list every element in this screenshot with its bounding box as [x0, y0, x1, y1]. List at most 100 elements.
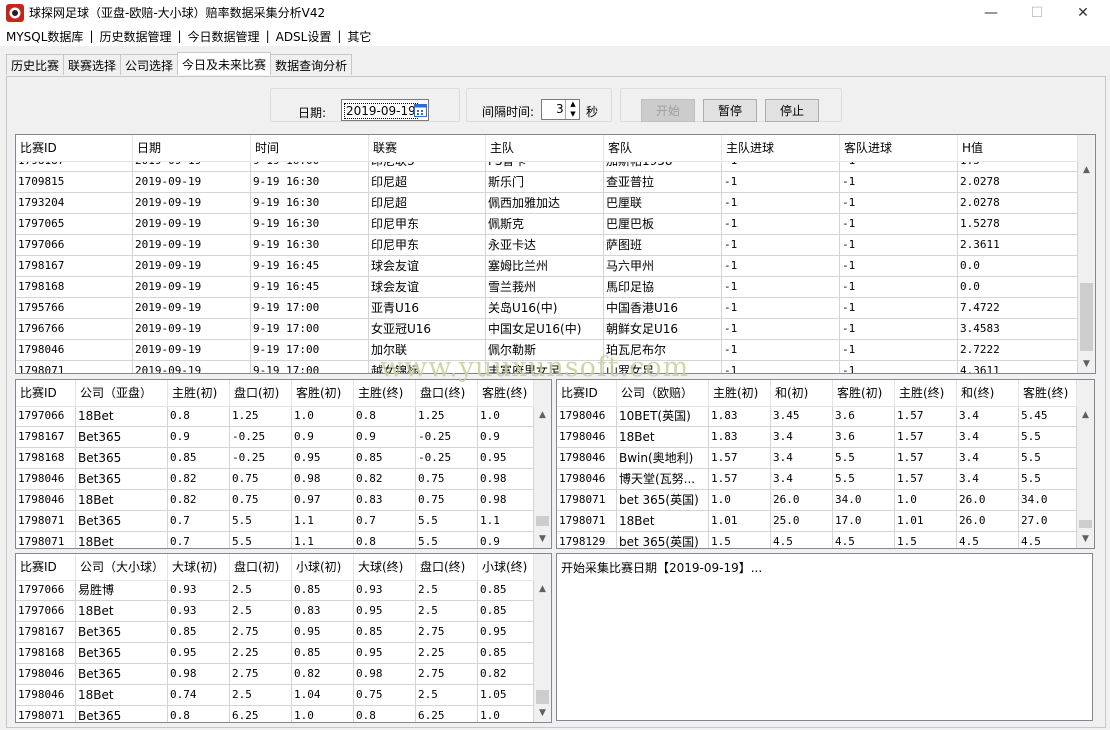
ou-row[interactable]: 1798046 18Bet 0.74 2.5 1.04 0.75 2.5 1.05	[16, 685, 534, 706]
ou-column-header[interactable]: 小球(初)	[292, 554, 354, 580]
scroll-down-icon[interactable]: ▼	[534, 704, 551, 721]
ou-column-header[interactable]: 盘口(终)	[416, 554, 478, 580]
pause-button[interactable]: 暂停	[703, 99, 757, 122]
menu-mysql[interactable]: MYSQL数据库	[0, 28, 89, 45]
scroll-up-icon[interactable]: ▲	[534, 406, 551, 423]
spin-up-icon[interactable]: ▲	[565, 100, 580, 109]
euro-row[interactable]: 1798046 博天堂(瓦努... 1.57 3.4 5.5 1.57 3.4 5.5	[557, 469, 1077, 490]
matches-row[interactable]: 1798168 2019-09-19 9-19 16:45 球会友谊 雪兰莪州 馬印足協 -…	[16, 277, 1078, 298]
matches-row[interactable]: 1796766 2019-09-19 9-19 17:00 女亚冠U16 中国女足U16…	[16, 319, 1078, 340]
euro-row[interactable]: 1798046 18Bet 1.83 3.4 3.6 1.57 3.4 5.5	[557, 427, 1077, 448]
matches-column-header[interactable]: 联赛	[369, 135, 486, 161]
tab-history-matches[interactable]: 历史比赛	[6, 54, 65, 75]
euro-column-header[interactable]: 主胜(初)	[709, 380, 771, 406]
start-button[interactable]: 开始	[641, 99, 695, 122]
scroll-down-icon[interactable]: ▼	[534, 530, 551, 547]
matches-column-header[interactable]: 主队	[486, 135, 604, 161]
asian-column-header[interactable]: 公司（亚盘）	[76, 380, 168, 406]
scroll-thumb[interactable]	[1080, 283, 1093, 351]
asian-row[interactable]: 1798071 18Bet 0.7 5.5 1.1 0.8 5.5 0.9	[16, 532, 534, 548]
euro-row[interactable]: 1798046 Bwin(奥地利) 1.57 3.4 5.5 1.57 3.4 5.5	[557, 448, 1077, 469]
asian-column-header[interactable]: 主胜(初)	[168, 380, 230, 406]
menu-today-data[interactable]: 今日数据管理	[182, 28, 266, 45]
euro-row[interactable]: 1798129 bet 365(英国) 1.5 4.5 4.5 1.5 4.5 4.5	[557, 532, 1077, 548]
stop-button[interactable]: 停止	[765, 99, 819, 122]
calendar-icon[interactable]	[414, 103, 427, 117]
ou-row[interactable]: 1797066 易胜博 0.93 2.5 0.85 0.93 2.5 0.85	[16, 580, 534, 601]
matches-column-header[interactable]: H值	[958, 135, 1078, 161]
matches-column-header[interactable]: 比赛ID	[16, 135, 133, 161]
scroll-down-icon[interactable]: ▼	[1078, 355, 1095, 372]
ou-scrollbar[interactable]: ▲ ▼	[534, 554, 551, 722]
matches-column-header[interactable]: 主队进球	[722, 135, 840, 161]
asian-row[interactable]: 1798168 Bet365 0.85 -0.25 0.95 0.85 -0.25 0.95	[16, 448, 534, 469]
ou-row[interactable]: 1797066 18Bet 0.93 2.5 0.83 0.95 2.5 0.85	[16, 601, 534, 622]
euro-scrollbar[interactable]: ▲ ▼	[1077, 380, 1094, 548]
maximize-button[interactable]: ☐	[1014, 0, 1060, 26]
asian-row[interactable]: 1797066 18Bet 0.8 1.25 1.0 0.8 1.25 1.0	[16, 406, 534, 427]
asian-column-header[interactable]: 比赛ID	[16, 380, 76, 406]
euro-column-header[interactable]: 客胜(终)	[1019, 380, 1077, 406]
ou-column-header[interactable]: 大球(初)	[168, 554, 230, 580]
asian-column-header[interactable]: 客胜(初)	[292, 380, 354, 406]
spin-down-icon[interactable]: ▼	[565, 109, 580, 119]
ou-row[interactable]: 1798071 Bet365 0.8 6.25 1.0 0.8 6.25 1.0	[16, 706, 534, 722]
matches-row[interactable]: 1793204 2019-09-19 9-19 16:30 印尼超 佩西加雅加达 巴厘联 -…	[16, 193, 1078, 214]
close-button[interactable]: ✕	[1060, 0, 1106, 26]
asian-row[interactable]: 1798167 Bet365 0.9 -0.25 0.9 0.9 -0.25 0.9	[16, 427, 534, 448]
menu-adsl[interactable]: ADSL设置	[270, 28, 338, 45]
euro-odds-grid[interactable]: 1798046 10BET(英国) 1.83 3.45 3.6 1.57 3.4 5.45 17…	[556, 379, 1095, 549]
matches-row[interactable]: 1797065 2019-09-19 9-19 16:30 印尼甲东 佩斯克 巴厘巴板 -1…	[16, 214, 1078, 235]
euro-column-header[interactable]: 和(终)	[957, 380, 1019, 406]
ou-odds-grid[interactable]: 1797066 易胜博 0.93 2.5 0.85 0.93 2.5 0.85 1797066 1…	[15, 553, 552, 723]
tab-today-future[interactable]: 今日及未来比赛	[177, 52, 272, 75]
euro-row[interactable]: 1798046 10BET(英国) 1.83 3.45 3.6 1.57 3.4 5.45	[557, 406, 1077, 427]
menu-other[interactable]: 其它	[341, 28, 377, 45]
euro-column-header[interactable]: 公司（欧赔）	[617, 380, 709, 406]
scroll-up-icon[interactable]: ▲	[534, 580, 551, 597]
matches-column-header[interactable]: 客队	[604, 135, 722, 161]
matches-row[interactable]: 1709815 2019-09-19 9-19 16:30 印尼超 斯乐门 查亚普拉 -1-…	[16, 172, 1078, 193]
ou-column-header[interactable]: 比赛ID	[16, 554, 76, 580]
euro-row[interactable]: 1798071 bet 365(英国) 1.0 26.0 34.0 1.0 26.0 34.0	[557, 490, 1077, 511]
euro-column-header[interactable]: 比赛ID	[557, 380, 617, 406]
matches-column-header[interactable]: 时间	[251, 135, 369, 161]
ou-column-header[interactable]: 大球(终)	[354, 554, 416, 580]
minimize-button[interactable]: —	[968, 0, 1014, 26]
date-picker[interactable]: 2019-09-19	[341, 99, 429, 121]
scroll-thumb[interactable]	[536, 690, 549, 704]
matches-column-header[interactable]: 客队进球	[840, 135, 958, 161]
matches-row[interactable]: 1798167 2019-09-19 9-19 16:45 球会友谊 塞姆比兰州 马六甲州…	[16, 256, 1078, 277]
asian-odds-grid[interactable]: 1797066 18Bet 0.8 1.25 1.0 0.8 1.25 1.0 1798167 B…	[15, 379, 552, 549]
matches-column-header[interactable]: 日期	[133, 135, 251, 161]
asian-row[interactable]: 1798071 Bet365 0.7 5.5 1.1 0.7 5.5 1.1	[16, 511, 534, 532]
asian-column-header[interactable]: 主胜(终)	[354, 380, 416, 406]
euro-row[interactable]: 1798071 18Bet 1.01 25.0 17.0 1.01 26.0 27.0	[557, 511, 1077, 532]
asian-column-header[interactable]: 盘口(初)	[230, 380, 292, 406]
asian-column-header[interactable]: 盘口(终)	[416, 380, 478, 406]
matches-grid[interactable]: 17981872019-09-199-19 16:00印尼联3FS鲁卡加斯帕19…	[15, 134, 1096, 374]
scroll-up-icon[interactable]: ▲	[1077, 406, 1094, 423]
euro-column-header[interactable]: 和(初)	[771, 380, 833, 406]
tab-company-select[interactable]: 公司选择	[120, 54, 179, 75]
matches-row[interactable]: 1797066 2019-09-19 9-19 16:30 印尼甲东 永亚卡达 萨图班 -1…	[16, 235, 1078, 256]
matches-scrollbar[interactable]: ▲ ▼	[1078, 135, 1095, 373]
ou-row[interactable]: 1798167 Bet365 0.85 2.75 0.95 0.85 2.75 0.95	[16, 622, 534, 643]
ou-column-header[interactable]: 公司（大小球）	[76, 554, 168, 580]
log-panel[interactable]: 开始采集比赛日期【2019-09-19】...	[556, 553, 1093, 721]
euro-column-header[interactable]: 主胜(终)	[895, 380, 957, 406]
scroll-down-icon[interactable]: ▼	[1077, 530, 1094, 547]
tab-league-select[interactable]: 联赛选择	[63, 54, 122, 75]
matches-row[interactable]: 1795766 2019-09-19 9-19 17:00 亚青U16 关岛U16(中)…	[16, 298, 1078, 319]
asian-row[interactable]: 1798046 18Bet 0.82 0.75 0.97 0.83 0.75 0.98	[16, 490, 534, 511]
ou-column-header[interactable]: 小球(终)	[478, 554, 534, 580]
asian-row[interactable]: 1798046 Bet365 0.82 0.75 0.98 0.82 0.75 0.98	[16, 469, 534, 490]
scroll-thumb[interactable]	[536, 516, 549, 526]
scroll-thumb[interactable]	[1079, 520, 1092, 528]
asian-column-header[interactable]: 客胜(终)	[478, 380, 534, 406]
interval-spinner[interactable]: 3 ▲ ▼	[541, 99, 580, 120]
scroll-up-icon[interactable]: ▲	[1078, 161, 1095, 178]
menu-history-data[interactable]: 历史数据管理	[93, 28, 177, 45]
euro-column-header[interactable]: 客胜(初)	[833, 380, 895, 406]
ou-column-header[interactable]: 盘口(初)	[230, 554, 292, 580]
